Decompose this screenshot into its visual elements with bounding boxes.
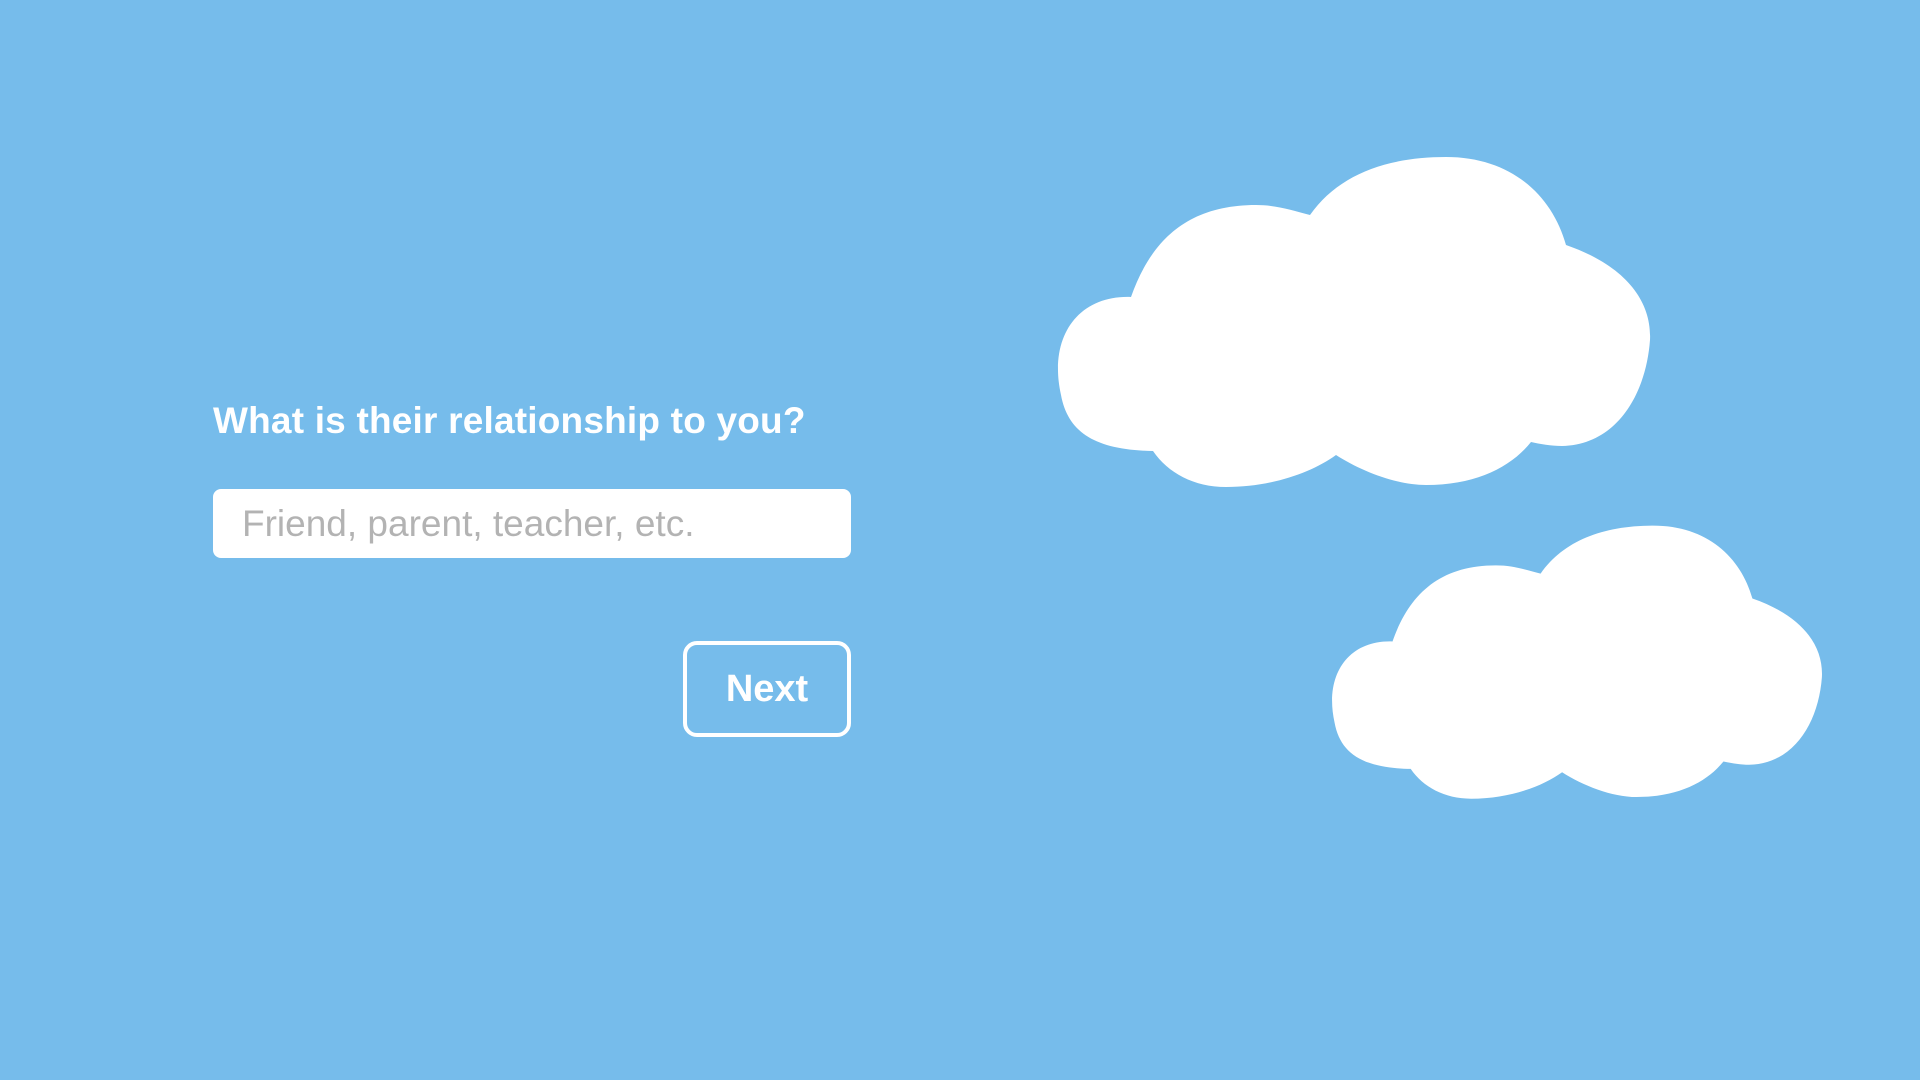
cloud-large-icon [1057, 157, 1651, 487]
cloud-small-icon [1332, 525, 1822, 799]
cloud-large-shape [1057, 157, 1651, 487]
question-heading: What is their relationship to you? [213, 400, 806, 441]
cloud-small-shape [1332, 525, 1822, 799]
relationship-input[interactable] [213, 489, 851, 558]
next-button[interactable]: Next [683, 641, 851, 737]
